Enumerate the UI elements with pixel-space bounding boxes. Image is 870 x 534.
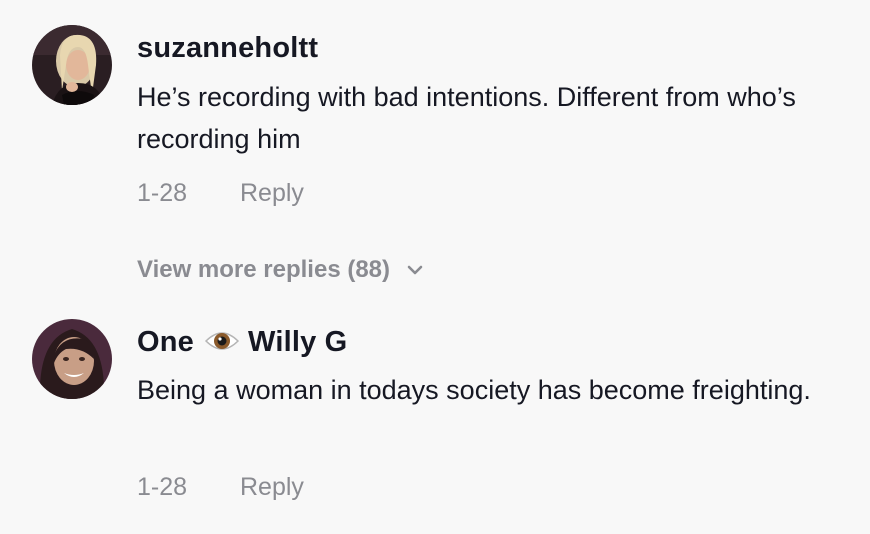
view-more-replies-button[interactable]: View more replies (88): [137, 254, 423, 284]
comment-username[interactable]: suzanneholtt: [137, 32, 318, 65]
avatar[interactable]: [32, 319, 112, 399]
comments-panel: suzanneholtt He’s recording with bad int…: [0, 0, 870, 534]
comment-username[interactable]: One Willy G: [137, 326, 347, 363]
comment-meta: 1-28 Reply: [137, 473, 304, 502]
reply-button[interactable]: Reply: [240, 473, 304, 501]
eye-icon: [204, 327, 240, 363]
comment-meta: 1-28 Reply: [137, 179, 304, 208]
username-part-1: One: [137, 326, 194, 358]
user-avatar-photo: [32, 25, 112, 105]
comment-date: 1-28: [137, 179, 188, 207]
view-more-replies-label: View more replies (88): [137, 256, 391, 283]
username-part-2: Willy G: [248, 326, 348, 358]
reply-button[interactable]: Reply: [240, 179, 304, 207]
comment-date: 1-28: [137, 473, 188, 501]
user-avatar-photo: [32, 319, 112, 399]
chevron-down-icon: [407, 254, 423, 282]
comment-text: Being a woman in todays society has beco…: [137, 375, 811, 405]
comment-text: He’s recording with bad intentions. Diff…: [137, 82, 796, 154]
avatar[interactable]: [32, 25, 112, 105]
